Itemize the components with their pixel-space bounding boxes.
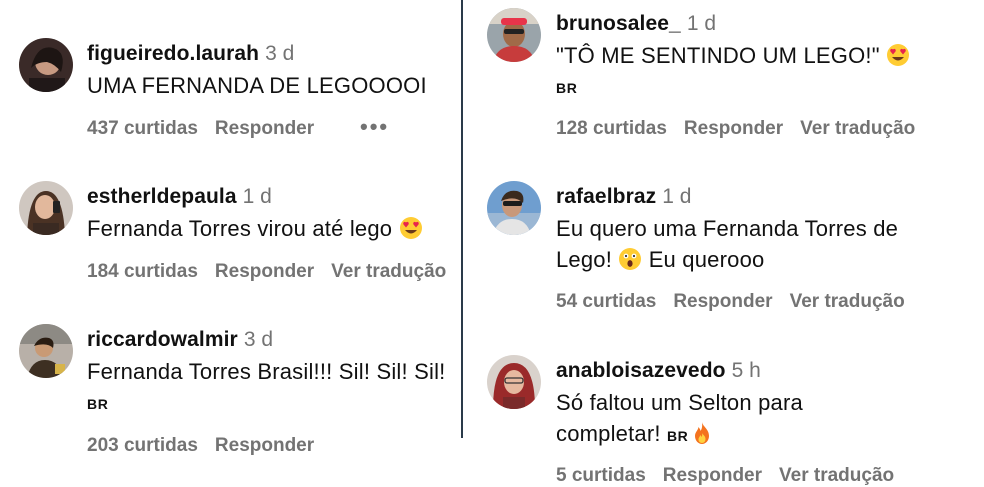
avatar[interactable]: [487, 181, 541, 235]
timestamp[interactable]: 5 h: [732, 359, 761, 382]
comment-header: brunosalee_ 1 d: [556, 11, 716, 37]
comment-item: figueiredo.laurah 3 d UMA FERNANDA DE LEG…: [19, 38, 459, 148]
comment-text: Fernanda Torres virou até lego: [87, 213, 423, 244]
reply-button[interactable]: Responder: [215, 435, 314, 456]
likes-count[interactable]: 5 curtidas: [556, 465, 646, 486]
username[interactable]: rafaelbraz: [556, 185, 656, 208]
face-screaming-icon: [618, 247, 642, 271]
comment-item: rafaelbraz 1 d Eu quero uma Fernanda Torr…: [487, 181, 977, 316]
comment-text: "TÔ ME SENTINDO UM LEGO!": [556, 40, 910, 71]
comment-text-content: Lego!: [556, 247, 613, 272]
timestamp[interactable]: 1 d: [243, 185, 272, 208]
comment-actions: 184 curtidas Responder Ver tradução: [87, 261, 463, 283]
likes-count[interactable]: 437 curtidas: [87, 118, 198, 139]
comment-actions: 128 curtidas Responder Ver tradução: [556, 118, 932, 140]
avatar[interactable]: [19, 181, 73, 235]
comment-text: Só faltou um Selton para: [556, 390, 803, 415]
timestamp[interactable]: 1 d: [687, 12, 716, 35]
comment-item: riccardowalmir 3 d Fernanda Torres Brasil…: [19, 324, 459, 464]
likes-count[interactable]: 54 curtidas: [556, 291, 656, 312]
smiling-face-with-heart-eyes-icon: [399, 216, 423, 240]
avatar[interactable]: [487, 355, 541, 409]
username[interactable]: anabloisazevedo: [556, 359, 726, 382]
timestamp[interactable]: 3 d: [265, 42, 294, 65]
country-flag-tag: BR: [667, 428, 689, 444]
see-translation-button[interactable]: Ver tradução: [790, 291, 905, 312]
timestamp[interactable]: 3 d: [244, 328, 273, 351]
see-translation-button[interactable]: Ver tradução: [800, 118, 915, 139]
comments-column-right: brunosalee_ 1 d "TÔ ME SENTINDO UM LEGO!"…: [463, 0, 984, 487]
comment-header: anabloisazevedo 5 h: [556, 358, 761, 384]
reply-button[interactable]: Responder: [684, 118, 783, 139]
timestamp[interactable]: 1 d: [662, 185, 691, 208]
reply-button[interactable]: Responder: [215, 118, 314, 139]
country-flag-tag: BR: [87, 396, 109, 412]
comment-actions: 203 curtidas Responder: [87, 435, 331, 457]
comment-item: anabloisazevedo 5 h Só faltou um Selton p…: [487, 355, 977, 487]
username[interactable]: brunosalee_: [556, 12, 681, 35]
comment-text-content: completar!: [556, 421, 661, 446]
avatar[interactable]: [19, 38, 73, 92]
more-options-icon[interactable]: •••: [360, 114, 389, 140]
likes-count[interactable]: 128 curtidas: [556, 118, 667, 139]
fire-icon: [690, 421, 714, 445]
see-translation-button[interactable]: Ver tradução: [331, 261, 446, 282]
comment-header: figueiredo.laurah 3 d: [87, 41, 294, 67]
avatar[interactable]: [487, 8, 541, 62]
comments-column-left: figueiredo.laurah 3 d UMA FERNANDA DE LEG…: [0, 0, 462, 485]
reply-button[interactable]: Responder: [215, 261, 314, 282]
comment-text: UMA FERNANDA DE LEGOOOOI: [87, 73, 427, 98]
comment-item: brunosalee_ 1 d "TÔ ME SENTINDO UM LEGO!"…: [487, 8, 977, 143]
username[interactable]: estherldepaula: [87, 185, 237, 208]
reply-button[interactable]: Responder: [673, 291, 772, 312]
comment-header: riccardowalmir 3 d: [87, 327, 273, 353]
see-translation-button[interactable]: Ver tradução: [779, 465, 894, 486]
likes-count[interactable]: 203 curtidas: [87, 435, 198, 456]
likes-count[interactable]: 184 curtidas: [87, 261, 198, 282]
comment-text-content: Fernanda Torres virou até lego: [87, 216, 393, 241]
comment-actions: 437 curtidas Responder: [87, 118, 331, 140]
avatar[interactable]: [19, 324, 73, 378]
comment-actions: 54 curtidas Responder Ver tradução: [556, 291, 922, 313]
username[interactable]: figueiredo.laurah: [87, 42, 259, 65]
comment-text-content: "TÔ ME SENTINDO UM LEGO!": [556, 43, 880, 68]
comment-text: Lego! Eu querooo: [556, 244, 764, 275]
comment-text: completar! BR: [556, 418, 714, 452]
comment-header: rafaelbraz 1 d: [556, 184, 691, 210]
comment-text: Eu quero uma Fernanda Torres de: [556, 216, 899, 241]
comment-text: Fernanda Torres Brasil!!! Sil! Sil! Sil!: [87, 359, 446, 384]
country-flag-tag: BR: [556, 80, 578, 96]
comment-actions: 5 curtidas Responder Ver tradução: [556, 465, 911, 487]
comment-header: estherldepaula 1 d: [87, 184, 272, 210]
reply-button[interactable]: Responder: [663, 465, 762, 486]
username[interactable]: riccardowalmir: [87, 328, 238, 351]
smiling-face-with-heart-eyes-icon: [886, 43, 910, 67]
comment-text-content: Eu querooo: [648, 247, 765, 272]
comment-item: estherldepaula 1 d Fernanda Torres virou …: [19, 181, 459, 291]
